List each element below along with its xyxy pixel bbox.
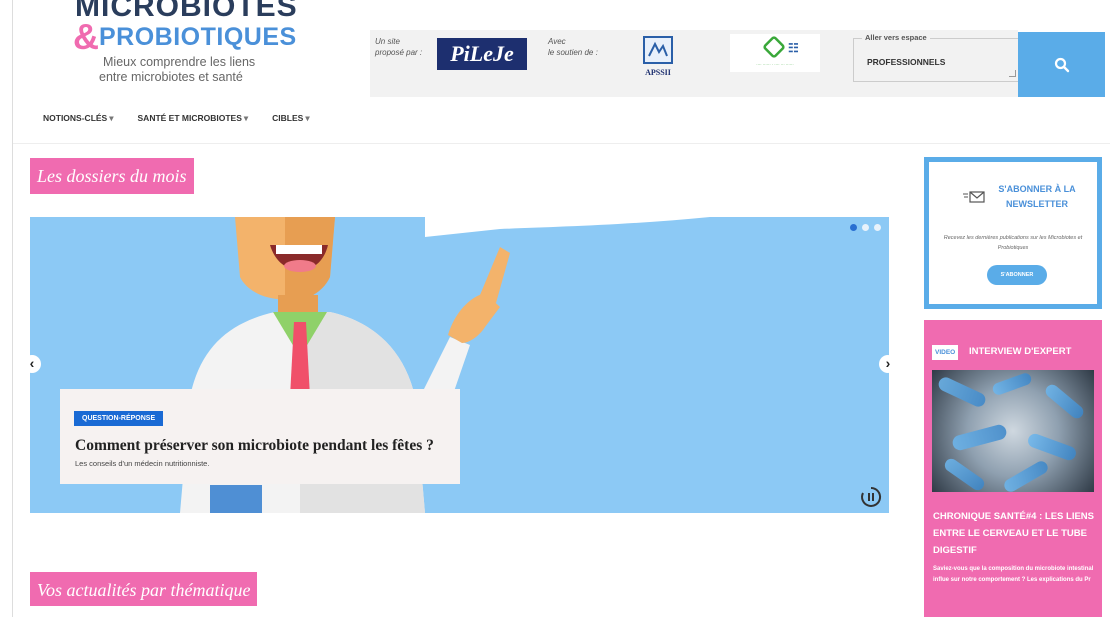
story-title[interactable]: Comment préserver son microbiote pendant… bbox=[75, 437, 434, 455]
carousel-dot-1[interactable] bbox=[850, 224, 857, 231]
bacteria-shape bbox=[950, 423, 1009, 452]
association-logo-subtext: ···· ······ · ···· ··· ······ bbox=[756, 62, 794, 67]
nav-item-notions-cles[interactable]: NOTIONS-CLÉS ▾ bbox=[43, 113, 114, 124]
nav-item-label: NOTIONS-CLÉS bbox=[43, 113, 108, 123]
newsletter-title-line-1: S'ABONNER À LA bbox=[998, 184, 1076, 194]
support-line-1: Avec bbox=[548, 37, 566, 46]
partner-bar: Un site proposé par : PiLeJe Avec le sou… bbox=[370, 30, 1021, 97]
header-divider bbox=[13, 143, 1110, 144]
caret-down-icon: ▾ bbox=[243, 113, 249, 123]
video-section-label: INTERVIEW D'EXPERT bbox=[969, 346, 1072, 357]
site-logo[interactable]: MICROBIOTES & PROBIOTIQUES Mieux compren… bbox=[73, 0, 375, 100]
bacteria-shape bbox=[1001, 458, 1051, 492]
story-category-badge[interactable]: QUESTION-RÉPONSE bbox=[74, 411, 164, 426]
bacteria-shape bbox=[942, 456, 987, 492]
newsletter-description: Recevez les dernières publications sur l… bbox=[943, 235, 1083, 251]
bacteria-shape bbox=[1043, 382, 1086, 421]
nav-item-label: CIBLES bbox=[272, 113, 304, 123]
subscribe-button[interactable]: S'ABONNER bbox=[987, 265, 1047, 285]
actualites-section-title: Vos actualités par thématique bbox=[30, 572, 258, 606]
space-select-value: PROFESSIONNELS bbox=[867, 57, 946, 67]
newsletter-box: S'ABONNER À LA NEWSLETTER Recevez les de… bbox=[924, 157, 1102, 309]
bacteria-shape bbox=[1026, 431, 1078, 463]
video-description: Saviez-vous que la composition du microb… bbox=[933, 566, 1094, 583]
logo-line-2: PROBIOTIQUES bbox=[99, 23, 297, 51]
logo-ampersand: & bbox=[73, 16, 99, 57]
proposed-by-label: Un site proposé par : bbox=[375, 36, 422, 58]
proposed-by-line-1: Un site bbox=[375, 37, 400, 46]
support-line-2: le soutien de : bbox=[548, 48, 598, 57]
proposed-by-line-2: proposé par : bbox=[375, 48, 423, 57]
bacteria-shape bbox=[936, 375, 988, 409]
apsh-label: APSSII bbox=[645, 68, 671, 77]
carousel-dot-3[interactable] bbox=[874, 224, 881, 231]
dossiers-section-title: Les dossiers du mois bbox=[30, 158, 194, 194]
hexagon-icon bbox=[761, 34, 787, 60]
caret-down-icon: ▾ bbox=[305, 113, 310, 123]
apsh-logo[interactable]: APSSII bbox=[640, 34, 676, 80]
newsletter-title: S'ABONNER À LA NEWSLETTER bbox=[987, 182, 1087, 212]
pause-icon[interactable] bbox=[860, 486, 882, 508]
video-thumbnail[interactable] bbox=[932, 370, 1094, 492]
caret-down-icon: ▾ bbox=[109, 113, 114, 123]
nav-item-cibles[interactable]: CIBLES ▾ bbox=[272, 113, 309, 124]
featured-story-card[interactable]: QUESTION-RÉPONSE Comment préserver son m… bbox=[60, 389, 460, 484]
carousel-dot-2[interactable] bbox=[862, 224, 869, 231]
association-logo[interactable]: ☷ ···· ······ · ···· ··· ······ bbox=[730, 34, 820, 72]
featured-carousel[interactable]: QUESTION-RÉPONSE Comment préserver son m… bbox=[30, 217, 889, 513]
resize-grip-icon bbox=[1009, 70, 1016, 77]
story-subtitle: Les conseils d'un médecin nutritionniste… bbox=[75, 459, 210, 468]
search-icon bbox=[1054, 57, 1069, 72]
search-button[interactable] bbox=[1018, 32, 1105, 97]
page-frame: MICROBIOTES & PROBIOTIQUES Mieux compren… bbox=[12, 0, 1110, 617]
nav-item-label: SANTÉ ET MICROBIOTES bbox=[137, 113, 242, 123]
video-title[interactable]: CHRONIQUE SANTÉ#4 : LES LIENS ENTRE LE C… bbox=[933, 508, 1098, 559]
carousel-dots bbox=[850, 224, 881, 231]
expert-video-box: VIDEO INTERVIEW D'EXPERT CHRONIQUE SANTÉ… bbox=[924, 320, 1102, 617]
bacteria-shape bbox=[991, 371, 1033, 397]
video-badge: VIDEO bbox=[932, 345, 959, 360]
bars-icon: ☷ bbox=[788, 41, 799, 55]
newsletter-title-line-2: NEWSLETTER bbox=[1006, 199, 1068, 209]
space-select[interactable]: Aller vers espace PROFESSIONNELS bbox=[853, 33, 1021, 82]
logo-line-1: MICROBIOTES bbox=[75, 0, 298, 23]
nav-item-sante-microbiotes[interactable]: SANTÉ ET MICROBIOTES ▾ bbox=[138, 113, 249, 124]
envelope-icon bbox=[963, 191, 985, 203]
space-select-legend: Aller vers espace bbox=[862, 33, 930, 42]
carousel-next-arrow-icon[interactable]: › bbox=[879, 355, 897, 373]
pileje-logo[interactable]: PiLeJe bbox=[437, 38, 527, 70]
apsh-emblem-icon bbox=[643, 36, 673, 64]
logo-tagline-2: entre microbiotes et santé bbox=[99, 70, 243, 84]
logo-tagline-1: Mieux comprendre les liens bbox=[103, 55, 256, 69]
carousel-prev-arrow-icon[interactable]: ‹ bbox=[23, 355, 41, 373]
main-nav: NOTIONS-CLÉS ▾ SANTÉ ET MICROBIOTES ▾ CIBL… bbox=[43, 113, 310, 124]
support-label: Avec le soutien de : bbox=[548, 36, 598, 58]
